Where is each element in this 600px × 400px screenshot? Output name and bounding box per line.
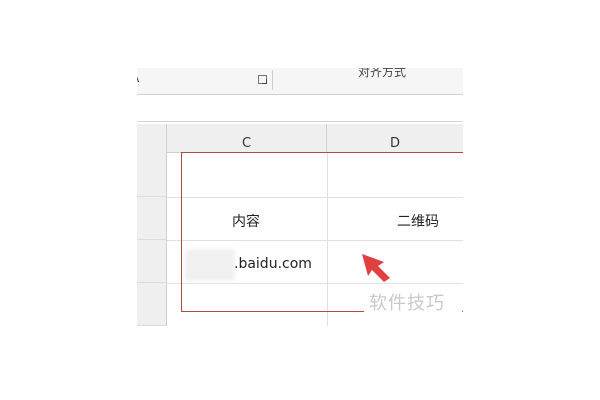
watermark-text: 软件技巧 [369, 293, 445, 314]
column-header-c[interactable]: C [167, 124, 327, 152]
column-header-d[interactable]: D [327, 124, 463, 152]
row-header[interactable] [137, 283, 167, 326]
red-arrow-icon [362, 254, 390, 282]
formula-bar[interactable] [137, 95, 463, 122]
ribbon-label-fragment: A [137, 71, 139, 85]
row-header[interactable] [137, 152, 167, 197]
dialog-launcher-icon[interactable] [258, 75, 267, 84]
alignment-group-label: 对齐方式 [358, 68, 407, 79]
select-all-corner[interactable] [137, 124, 167, 152]
row-header[interactable] [137, 197, 167, 240]
column-header-row: C D [137, 124, 463, 153]
ribbon-group-strip: A 对齐方式 [137, 68, 463, 95]
row-header[interactable] [137, 240, 167, 283]
ribbon-divider [272, 70, 273, 90]
